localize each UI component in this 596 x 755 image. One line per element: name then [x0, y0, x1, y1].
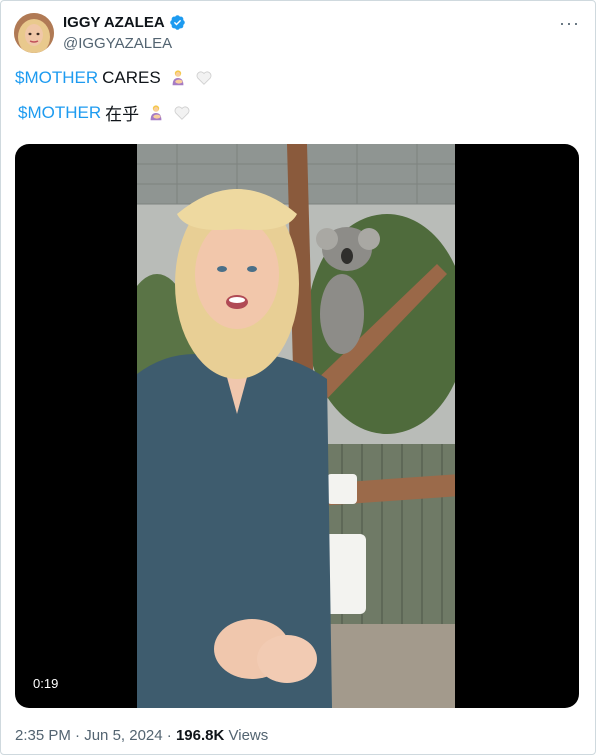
- video-duration: 0:19: [33, 676, 59, 691]
- tweet-card: IGGY AZALEA @IGGYAZALEA ··· $MOTHER CARE…: [0, 0, 596, 755]
- display-name[interactable]: IGGY AZALEA: [63, 14, 165, 31]
- user-handle[interactable]: @IGGYAZALEA: [63, 35, 172, 52]
- verified-badge-icon: [169, 15, 185, 30]
- white-heart-emoji: [174, 105, 190, 120]
- more-options-icon[interactable]: ···: [559, 13, 580, 34]
- tweet-metadata: 2:35 PM · Jun 5, 2024 · 196.8K Views: [15, 727, 268, 744]
- cashtag-link[interactable]: $MOTHER: [18, 103, 101, 123]
- tweet-time[interactable]: 2:35 PM: [15, 727, 71, 744]
- views-label: Views: [228, 727, 269, 744]
- name-row: IGGY AZALEA: [63, 14, 186, 31]
- avatar[interactable]: [14, 13, 54, 53]
- video-player[interactable]: 0:19: [15, 144, 579, 708]
- separator: ·: [166, 727, 172, 744]
- tweet-text: CARES: [102, 68, 161, 87]
- views-count: 196.8K: [175, 727, 225, 744]
- woman-feeding-baby-emoji: [150, 104, 162, 120]
- woman-feeding-baby-emoji: [172, 70, 184, 86]
- tweet-date[interactable]: Jun 5, 2024: [84, 727, 162, 744]
- avatar-image: [14, 13, 54, 53]
- tweet-text: 在乎: [105, 105, 140, 124]
- cashtag-link[interactable]: $MOTHER: [15, 68, 98, 88]
- white-heart-emoji: [196, 71, 212, 85]
- video-frame: [137, 144, 455, 708]
- separator: ·: [75, 727, 81, 744]
- tweet-text-line-1: $MOTHER CARES: [15, 68, 213, 88]
- video-still-image: [137, 144, 455, 708]
- tweet-text-line-2: $MOTHER 在乎: [18, 100, 191, 125]
